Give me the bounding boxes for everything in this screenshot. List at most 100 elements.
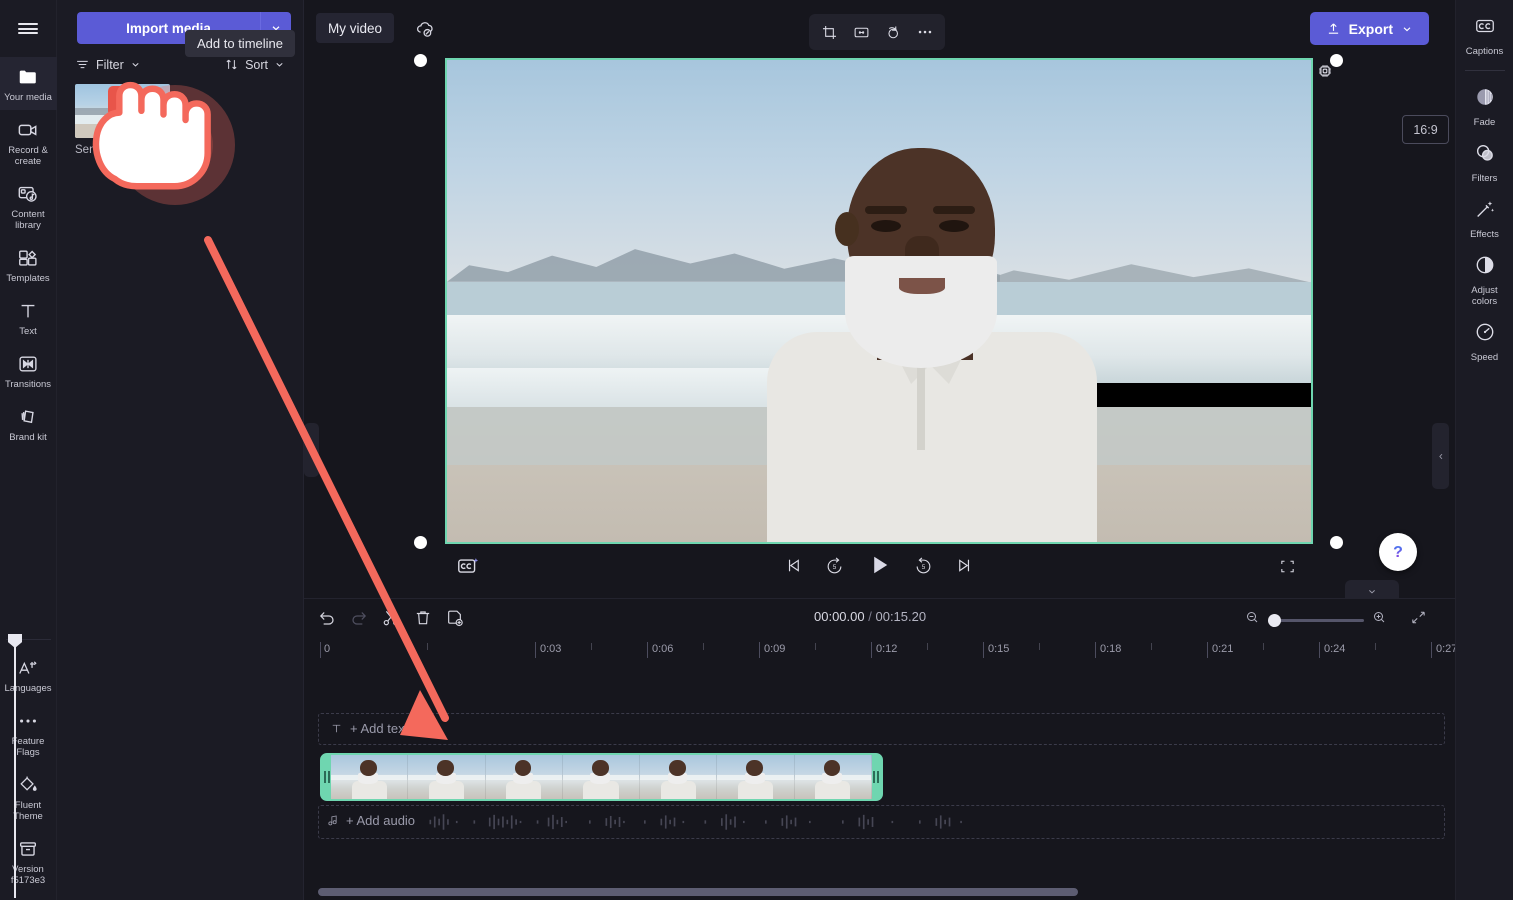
right-item-speed[interactable]: Speed [1456, 314, 1513, 370]
filter-button[interactable]: Filter [75, 57, 141, 72]
left-navigation-rail: Your media Record & create Content libra… [0, 0, 57, 900]
ruler-label: 0:09 [764, 643, 786, 655]
sidebar-item-templates[interactable]: Templates [0, 238, 57, 291]
preview-handle-top-left[interactable] [414, 54, 427, 67]
sidebar-item-label: Languages [4, 683, 52, 694]
project-name-field[interactable]: My video [316, 13, 395, 43]
add-to-timeline-tooltip: Add to timeline [185, 30, 295, 57]
right-item-effects[interactable]: Effects [1456, 191, 1513, 247]
video-preview[interactable] [445, 58, 1313, 544]
audio-waveform [429, 814, 962, 830]
right-item-fade[interactable]: Fade [1456, 79, 1513, 135]
collapse-right-panel-button[interactable] [1432, 423, 1449, 489]
sidebar-item-feature-flags[interactable]: Feature Flags [0, 701, 57, 765]
aspect-ratio-badge[interactable]: 16:9 [1402, 115, 1449, 144]
crop-button[interactable] [815, 18, 843, 46]
clip-frame [331, 755, 409, 799]
upload-icon [1328, 23, 1338, 34]
sidebar-item-your-media[interactable]: Your media [0, 57, 57, 110]
fit-to-timeline-button[interactable] [1410, 609, 1427, 631]
hamburger-icon[interactable] [0, 0, 57, 57]
chip-settings-icon[interactable] [1316, 62, 1334, 85]
timeline-ruler[interactable]: 0 0:03 0:06 0:09 0:12 0:15 0:18 0:21 0:2… [304, 637, 1457, 665]
zoom-slider-handle[interactable] [1268, 613, 1281, 627]
plus-icon [118, 125, 128, 135]
right-item-label: Fade [1473, 117, 1496, 128]
collapse-left-panel-button[interactable] [304, 423, 319, 477]
timeline-time-display: 00:00.00 / 00:15.20 [814, 609, 926, 624]
help-button[interactable]: ? [1379, 533, 1417, 571]
zoom-out-button[interactable] [1245, 610, 1260, 630]
play-button[interactable] [866, 552, 892, 578]
sidebar-item-text[interactable]: Text [0, 291, 57, 344]
timeline-horizontal-scrollbar[interactable] [318, 888, 1078, 896]
sidebar-item-fluent-theme[interactable]: Fluent Theme [0, 765, 57, 829]
right-item-filters[interactable]: Filters [1456, 135, 1513, 191]
skip-to-end-button[interactable] [955, 556, 974, 575]
export-button[interactable]: Export [1309, 12, 1429, 45]
sidebar-item-languages[interactable]: Languages [0, 648, 57, 701]
filter-icon [77, 60, 88, 69]
clip-trim-handle-right[interactable] [871, 755, 881, 799]
add-audio-hint[interactable]: + Add audio [326, 813, 415, 828]
timeline-tracks: + Add text + Add audio [304, 665, 1455, 900]
preview-person-eye-left [871, 220, 901, 232]
redo-button[interactable] [348, 607, 370, 629]
sidebar-item-version[interactable]: Version f5173e3 [0, 829, 57, 900]
undo-button[interactable] [316, 607, 338, 629]
fit-fill-button[interactable] [847, 18, 875, 46]
sidebar-item-record-create[interactable]: Record & create [0, 110, 57, 174]
split-button[interactable] [380, 607, 402, 629]
sidebar-item-content-library[interactable]: Content library [0, 174, 57, 238]
more-options-button[interactable] [911, 18, 939, 46]
effects-wand-icon [1474, 198, 1496, 225]
clip-trim-handle-left[interactable] [322, 755, 332, 799]
sidebar-item-brand-kit[interactable]: Brand kit [0, 397, 57, 450]
editor-main: My video Export 16:9 5 5 ? 00:00.00 / 00… [304, 0, 1457, 900]
timeline-zoom-control [1245, 610, 1387, 630]
speedometer-icon [1474, 321, 1496, 348]
zoom-in-button[interactable] [1372, 610, 1387, 630]
cc-sparkle-icon [458, 558, 479, 573]
ruler-label: 0 [324, 643, 331, 655]
timeline-video-clip[interactable] [320, 753, 883, 801]
fullscreen-button[interactable] [1279, 558, 1296, 580]
sidebar-item-label: Record & create [8, 145, 48, 167]
ellipsis-icon [918, 30, 932, 34]
sidebar-item-label: Version f5173e3 [10, 864, 46, 886]
brand-kit-icon [17, 406, 39, 428]
media-grid: Senior african... [57, 72, 303, 156]
preview-person-ear [835, 212, 859, 246]
right-item-captions[interactable]: Captions [1456, 8, 1513, 64]
media-add-to-timeline-button[interactable] [108, 117, 138, 143]
right-item-adjust-colors[interactable]: Adjust colors [1456, 247, 1513, 314]
text-track[interactable] [318, 713, 1445, 745]
cloud-saved-icon[interactable] [414, 18, 436, 45]
forward-5-button[interactable]: 5 [914, 556, 933, 575]
sidebar-item-transitions[interactable]: Transitions [0, 344, 57, 397]
sidebar-item-label: Fluent Theme [13, 800, 43, 822]
media-delete-button[interactable] [108, 86, 138, 116]
trash-icon [117, 95, 129, 107]
duplicate-button[interactable] [444, 607, 466, 629]
ruler-label: 0:18 [1100, 643, 1122, 655]
chevron-down-icon [276, 62, 283, 67]
sidebar-item-label: Brand kit [9, 432, 47, 443]
content-library-icon [17, 183, 39, 205]
clip-frame [408, 755, 486, 799]
languages-icon [17, 657, 39, 679]
export-label: Export [1348, 20, 1393, 37]
filters-icon [1474, 142, 1496, 169]
skip-to-start-button[interactable] [784, 556, 803, 575]
sidebar-item-label: Content library [11, 209, 45, 231]
sort-button[interactable]: Sort [224, 57, 285, 72]
auto-captions-button[interactable] [456, 554, 482, 585]
svg-text:?: ? [1393, 544, 1403, 561]
add-text-hint[interactable]: + Add text [330, 721, 408, 736]
delete-button[interactable] [412, 607, 434, 629]
rewind-5-button[interactable]: 5 [825, 556, 844, 575]
rotate-button[interactable] [879, 18, 907, 46]
media-item-card[interactable]: Senior african... [75, 84, 170, 156]
zoom-slider[interactable] [1268, 613, 1364, 627]
text-icon [17, 300, 39, 322]
